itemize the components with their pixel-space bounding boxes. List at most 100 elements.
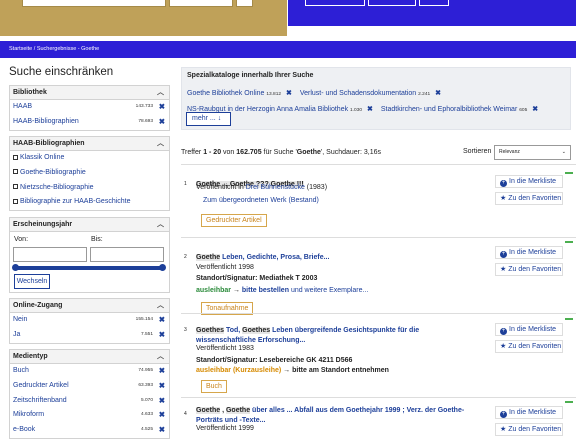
facet-item[interactable]: Ja 7.551 ✖ <box>10 328 169 343</box>
order-link[interactable]: bitte bestellen <box>242 287 289 294</box>
facet-link[interactable]: Buch <box>13 367 29 374</box>
year-to-input[interactable] <box>90 247 164 262</box>
more-catalogs-button[interactable]: mehr ... ↓ <box>186 112 231 126</box>
header <box>0 0 576 41</box>
apply-year-button[interactable]: Wechseln <box>14 274 50 289</box>
exclude-icon[interactable]: ✖ <box>159 408 165 423</box>
results-main: Spezialkataloge innerhalb Ihrer Suche Go… <box>176 58 576 436</box>
facet-header[interactable]: Medientyp ︿ <box>10 350 169 364</box>
add-to-favorites-button[interactable]: ★ Zu den Favoriten <box>495 340 563 353</box>
facet-item[interactable]: HAAB 143.733 ✖ <box>10 100 169 115</box>
facet-item[interactable]: Nein 155.154 ✖ <box>10 313 169 328</box>
exclude-icon[interactable]: ✖ <box>159 328 165 343</box>
facet-header[interactable]: HAAB-Bibliographien ︿ <box>10 137 169 151</box>
slider-handle-max[interactable] <box>159 264 166 271</box>
search-input[interactable] <box>22 0 166 7</box>
checkbox[interactable] <box>13 154 18 160</box>
checkbox[interactable] <box>13 184 18 190</box>
year-from-input[interactable] <box>13 247 87 262</box>
facet-header[interactable]: Online-Zugang ︿ <box>10 299 169 313</box>
checkbox[interactable] <box>13 198 18 204</box>
facet-link[interactable]: Gedruckter Artikel <box>13 382 69 389</box>
exclude-icon[interactable]: ✖ <box>159 313 165 328</box>
chevron-up-icon[interactable]: ︿ <box>157 299 164 313</box>
plus-circle-icon: + <box>500 251 507 258</box>
exclude-icon[interactable]: ✖ <box>159 379 165 394</box>
facet-link[interactable]: Zeitschriftenband <box>13 397 67 404</box>
exclude-icon[interactable]: ✖ <box>159 115 165 130</box>
chevron-up-icon[interactable]: ︿ <box>157 86 164 100</box>
exclude-icon[interactable]: ✖ <box>435 90 441 97</box>
exclude-icon[interactable]: ✖ <box>159 100 165 115</box>
nav-button-2[interactable] <box>368 0 416 6</box>
facet-link[interactable]: Ja <box>13 331 20 338</box>
exclude-icon[interactable]: ✖ <box>159 423 165 438</box>
catalog-count: 2.241 <box>418 92 431 97</box>
facet-link[interactable]: Nietzsche-Bibliographie <box>20 184 94 191</box>
facet-header[interactable]: Erscheinungsjahr ︿ <box>10 218 169 232</box>
facet-haab-bibliographien: HAAB-Bibliographien ︿ Klassik Online Goet… <box>9 136 170 212</box>
catalog-link[interactable]: Goethe Bibliothek Online <box>187 90 264 97</box>
breadcrumb-home[interactable]: Startseite <box>9 46 32 52</box>
facet-item[interactable]: e-Book 4.525 ✖ <box>10 423 169 438</box>
exclude-icon[interactable]: ✖ <box>532 106 538 113</box>
slider-handle-min[interactable] <box>12 264 19 271</box>
exclude-icon[interactable]: ✖ <box>367 106 373 113</box>
facet-link[interactable]: Nein <box>13 316 27 323</box>
facet-link[interactable]: HAAB <box>13 103 32 110</box>
search-type-select[interactable] <box>169 0 233 7</box>
add-to-favorites-button[interactable]: ★ Zu den Favoriten <box>495 423 563 436</box>
facet-link[interactable]: Goethe-Bibliographie <box>20 169 86 176</box>
add-to-list-button[interactable]: + In die Merkliste <box>495 246 563 259</box>
nav-button-3[interactable] <box>419 0 449 6</box>
facet-link[interactable]: Bibliographie zur HAAB-Geschichte <box>20 198 131 205</box>
facet-header[interactable]: Bibliothek ︿ <box>10 86 169 100</box>
add-to-favorites-button[interactable]: ★ Zu den Favoriten <box>495 263 563 276</box>
facet-link[interactable]: HAAB-Bibliographien <box>13 118 79 125</box>
add-to-list-button[interactable]: + In die Merkliste <box>495 406 563 419</box>
more-copies-link[interactable]: und weitere Exemplare... <box>291 287 368 294</box>
parent-work-link[interactable]: Drei Bühnenstücke <box>246 184 305 191</box>
facet-bibliothek: Bibliothek ︿ HAAB 143.733 ✖ HAAB-Bibliograp… <box>9 85 170 131</box>
facet-checkbox-item[interactable]: Nietzsche-Bibliographie <box>10 181 169 196</box>
year-range-slider[interactable] <box>12 264 166 271</box>
facet-link[interactable]: Klassik Online <box>20 154 64 161</box>
facet-item[interactable]: Buch 74.955 ✖ <box>10 364 169 379</box>
catalog-link[interactable]: Verlust- und Schadensdokumentation <box>300 90 416 97</box>
search-button[interactable] <box>236 0 253 7</box>
result-title[interactable]: Goethe Leben, Gedichte, Prosa, Briefe... <box>196 253 466 263</box>
facet-item[interactable]: HAAB-Bibliographien 78.693 ✖ <box>10 115 169 130</box>
facet-link[interactable]: e-Book <box>13 426 35 433</box>
result-item: 4 Goethe , Goethe über alles ... Abfall … <box>181 397 576 437</box>
chevron-up-icon[interactable]: ︿ <box>157 137 164 151</box>
special-catalogs-title: Spezialkataloge innerhalb Ihrer Suche <box>187 72 314 79</box>
special-catalogs-box: Spezialkataloge innerhalb Ihrer Suche Go… <box>181 67 571 130</box>
nav-button-1[interactable] <box>305 0 365 6</box>
sort-select[interactable]: Relevanz ⌄ <box>494 145 571 160</box>
facet-item[interactable]: Zeitschriftenband 5.070 ✖ <box>10 394 169 409</box>
header-nav <box>288 0 576 26</box>
facet-item[interactable]: Gedruckter Artikel 63.393 ✖ <box>10 379 169 394</box>
facet-item[interactable]: Mikroform 4.633 ✖ <box>10 408 169 423</box>
exclude-icon[interactable]: ✖ <box>286 90 292 97</box>
parent-work-link[interactable]: Zum übergeordneten Werk (Bestand) <box>203 197 319 204</box>
star-icon: ★ <box>500 343 507 350</box>
facet-checkbox-item[interactable]: Goethe-Bibliographie <box>10 166 169 181</box>
result-title[interactable]: Goethe , Goethe über alles ... Abfall au… <box>196 406 466 426</box>
facet-link[interactable]: Mikroform <box>13 411 44 418</box>
checkbox[interactable] <box>13 169 18 175</box>
chevron-up-icon[interactable]: ︿ <box>157 218 164 232</box>
facet-checkbox-item[interactable]: Klassik Online <box>10 151 169 166</box>
add-to-list-button[interactable]: + In die Merkliste <box>495 323 563 336</box>
exclude-icon[interactable]: ✖ <box>159 394 165 409</box>
facet-checkbox-item[interactable]: Bibliographie zur HAAB-Geschichte <box>10 195 169 210</box>
facet-count: 74.955 <box>138 368 153 373</box>
chevron-up-icon[interactable]: ︿ <box>157 350 164 364</box>
catalog-count: 13.812 <box>266 92 282 97</box>
exclude-icon[interactable]: ✖ <box>159 364 165 379</box>
add-to-list-button[interactable]: + In die Merkliste <box>495 175 563 188</box>
result-title[interactable]: Goethes Tod, Goethes Leben übergreifende… <box>196 326 466 346</box>
catalog-link[interactable]: Stadtkirchen- und Ephoralbibliothek Weim… <box>381 106 517 113</box>
result-location: Standort/Signatur: Mediathek T 2003 <box>196 275 318 282</box>
add-to-favorites-button[interactable]: ★ Zu den Favoriten <box>495 192 563 205</box>
